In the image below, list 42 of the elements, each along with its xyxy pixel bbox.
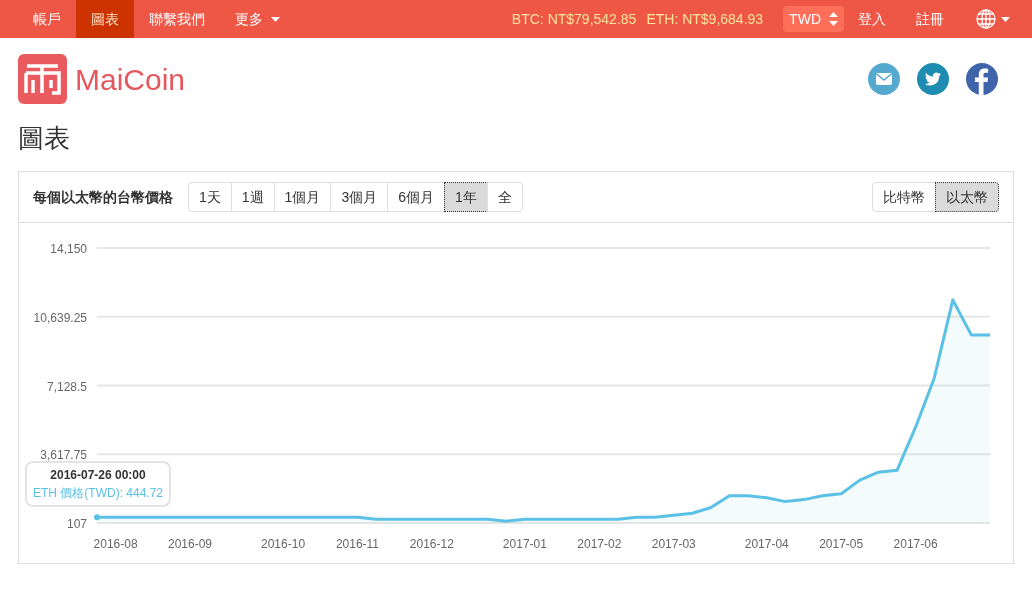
range-button[interactable]: 1年	[444, 182, 488, 212]
x-axis-label: 2016-11	[335, 537, 380, 551]
bird-icon[interactable]	[917, 63, 949, 95]
currency-toggle[interactable]: 比特幣	[872, 182, 936, 212]
y-axis-label: 7,128.5	[46, 379, 87, 394]
range-button[interactable]: 全	[486, 182, 523, 212]
x-axis-label: 2016-10	[261, 537, 306, 551]
tooltip-date: 2016-07-26 00:00	[50, 467, 146, 484]
language-menu[interactable]	[976, 9, 1010, 29]
logo-icon	[18, 54, 67, 104]
tooltip-value: ETH 價格(TWD): 444.72	[33, 485, 163, 502]
y-axis-label: 10,639.25	[33, 310, 87, 325]
chart-title: 每個以太幣的台幣價格	[33, 187, 173, 207]
y-axis-label: 14,150	[50, 242, 87, 256]
y-axis-label: 3,617.75	[40, 448, 87, 463]
x-axis-label: 2017-06	[893, 537, 938, 551]
range-button[interactable]: 6個月	[387, 182, 445, 212]
x-axis-label: 2016-09	[168, 537, 213, 551]
x-axis-label: 2016-12	[409, 537, 454, 551]
range-button[interactable]: 1天	[188, 182, 232, 212]
range-button[interactable]: 1週	[230, 182, 275, 212]
range-button[interactable]: 3個月	[330, 182, 389, 212]
caret-icon	[1001, 16, 1010, 22]
price-ticker: ETH: NT$9,684.93	[646, 9, 764, 29]
sort-icon	[829, 12, 838, 26]
x-axis-label: 2017-05	[819, 537, 864, 551]
mail-icon[interactable]	[868, 63, 900, 95]
x-axis-label: 2017-02	[577, 537, 622, 551]
x-axis-label: 2016-08	[93, 537, 138, 551]
brand-name: MaiCoin	[75, 61, 186, 98]
hover-point	[94, 514, 100, 521]
price-ticker: BTC: NT$79,542.85	[511, 9, 637, 29]
x-axis-label: 2017-01	[502, 537, 547, 551]
currency-toggle[interactable]: 以太幣	[935, 182, 999, 212]
x-axis-label: 2017-04	[744, 537, 789, 551]
nav-tab[interactable]: 圖表	[76, 0, 134, 38]
y-axis-label: 107	[66, 517, 87, 531]
globe-icon	[976, 9, 996, 29]
x-axis-label: 2017-03	[651, 537, 696, 551]
range-button[interactable]: 1個月	[273, 182, 332, 212]
letter-f-icon[interactable]	[966, 63, 998, 95]
page-title: 圖表	[17, 122, 71, 155]
